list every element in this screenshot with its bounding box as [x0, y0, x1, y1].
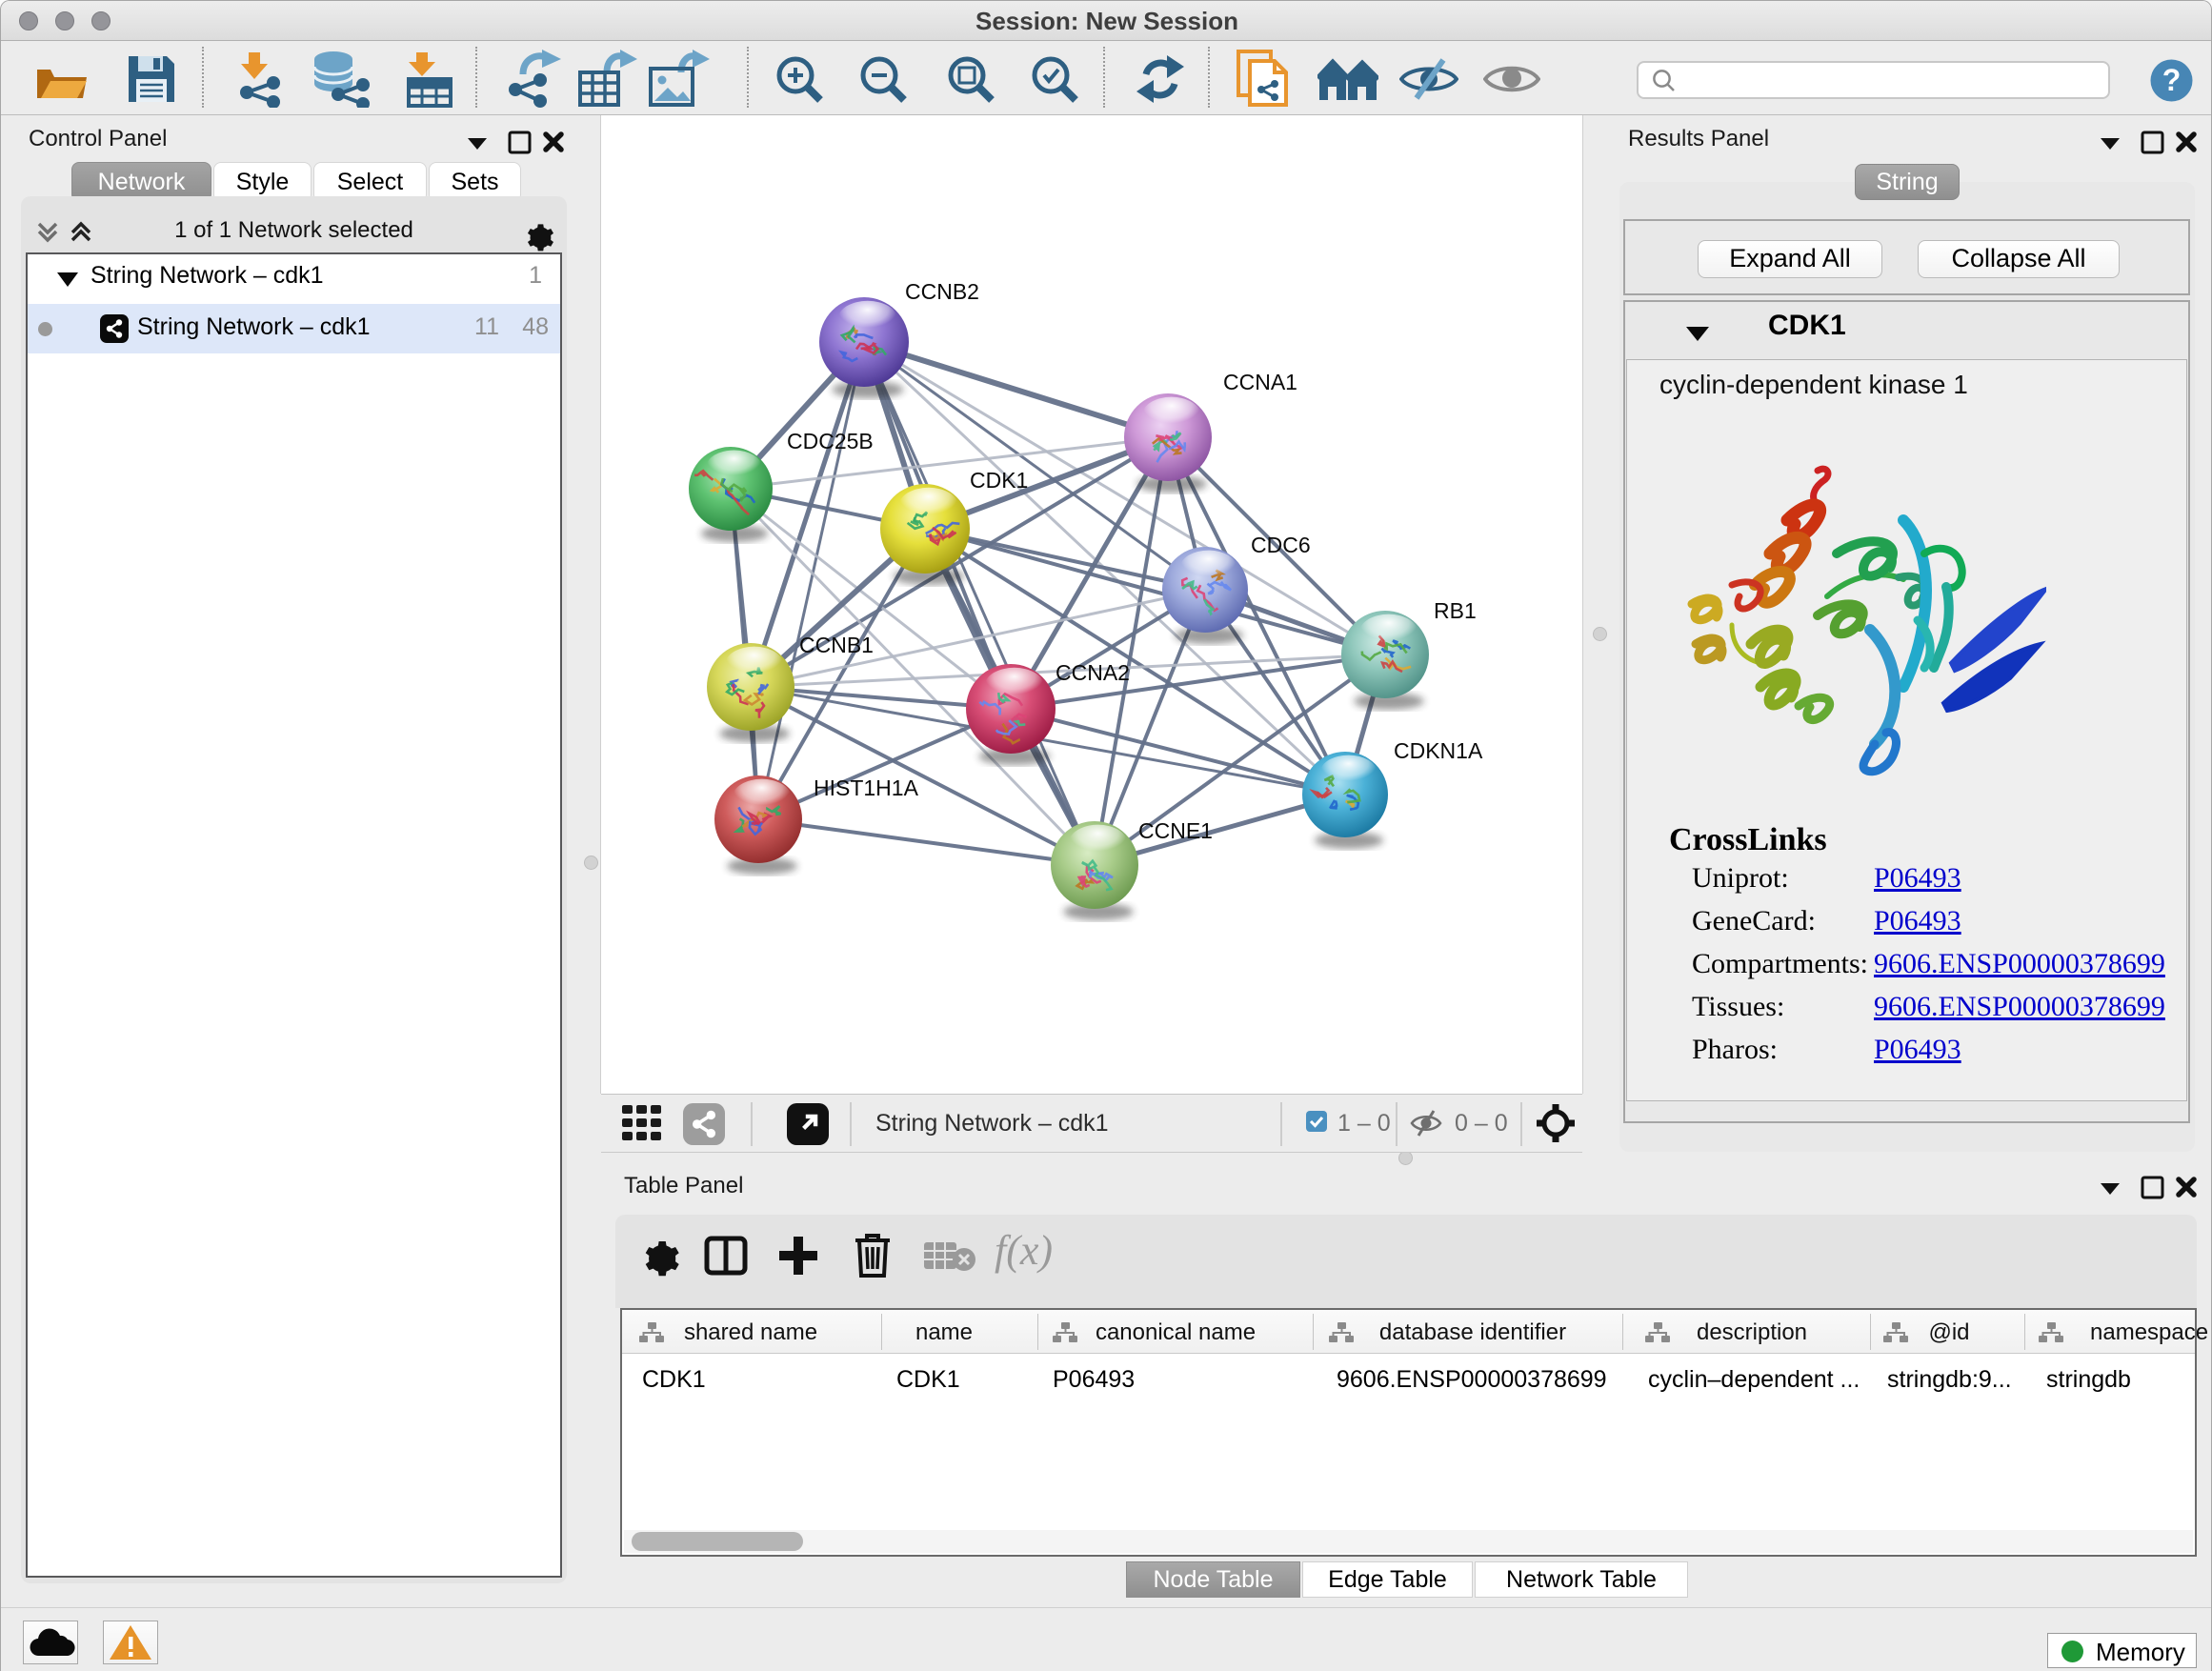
svg-text:CCNA1: CCNA1	[1223, 370, 1297, 394]
svg-text:HIST1H1A: HIST1H1A	[814, 775, 919, 800]
svg-text:CCNB2: CCNB2	[905, 279, 979, 304]
svg-text:CDC25B: CDC25B	[787, 429, 874, 453]
svg-text:CDKN1A: CDKN1A	[1394, 738, 1483, 763]
svg-text:CDC6: CDC6	[1251, 533, 1311, 557]
svg-text:?: ?	[2162, 63, 2182, 97]
svg-text:CCNE1: CCNE1	[1138, 818, 1213, 843]
svg-text:CDK1: CDK1	[970, 468, 1028, 493]
svg-text:CCNA2: CCNA2	[1056, 660, 1130, 685]
svg-text:RB1: RB1	[1434, 598, 1477, 623]
svg-text:CCNB1: CCNB1	[799, 633, 874, 657]
